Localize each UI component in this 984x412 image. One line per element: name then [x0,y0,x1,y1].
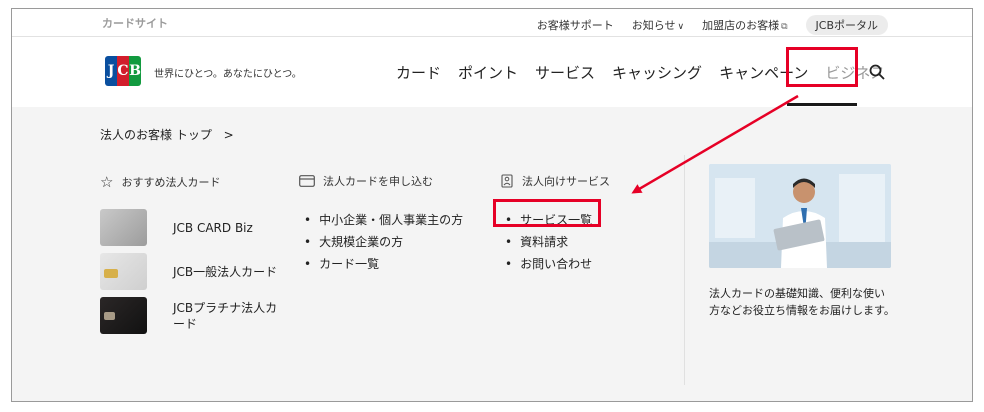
news-label: お知らせ [631,19,676,32]
businessman-illustration [709,164,891,268]
feature-description: 法人カードの基礎知識、便利な使い方などお役立ち情報をお届けします。 [709,287,895,317]
apply-heading-text: 法人カードを申し込む [323,175,433,188]
contact-link[interactable]: • お問い合わせ [505,255,592,277]
apply-sme-label: 中小企業・個人事業主の方 [319,213,464,227]
apply-heading: 法人カードを申し込む [299,173,433,189]
site-label[interactable]: カードサイト [102,15,168,31]
nav-cashing[interactable]: キャッシング [612,62,702,83]
tagline: 世界にひとつ。あなたにひとつ。 [154,69,302,80]
chevron-down-icon: ∨ [677,22,685,32]
business-highlight-box [786,47,858,87]
card-list-label: カード一覧 [319,257,380,271]
document-request-link[interactable]: • 資料請求 [505,233,592,255]
card-image-general [100,253,147,290]
browser-frame: カードサイト お客様サポート お知らせ ∨ 加盟店のお客様 ⧉ JCBポータル J … [11,8,973,402]
apply-large[interactable]: • 大規模企業の方 [304,233,463,255]
card-item-general[interactable]: JCB一般法人カード [100,253,277,290]
bullet: • [505,235,513,249]
bullet: • [304,213,312,227]
utility-links: お客様サポート お知らせ ∨ 加盟店のお客様 ⧉ JCBポータル [537,15,888,35]
column-divider [684,155,685,385]
contact-label: お問い合わせ [520,257,593,271]
bullet: • [304,257,312,271]
recommended-cards-heading: ☆ おすすめ法人カード [100,173,220,191]
recommended-heading-text: おすすめ法人カード [121,176,221,189]
service-list-highlight-box [493,199,601,227]
card-list-link[interactable]: • カード一覧 [304,255,463,277]
card-name: JCB CARD Biz [173,220,253,235]
merchant-label: 加盟店のお客様 [702,19,780,32]
services-heading-text: 法人向けサービス [522,175,610,188]
businessman-photo[interactable] [709,164,891,268]
merchant-link[interactable]: 加盟店のお客様 ⧉ [702,17,787,33]
active-nav-underline [787,103,857,106]
bullet: • [304,235,312,249]
business-mega-menu: 法人のお客様 トップ > ☆ おすすめ法人カード JCB CARD Biz JC… [12,107,972,401]
document-request-label: 資料請求 [520,235,569,249]
business-person-icon [501,174,513,188]
corporate-top-link[interactable]: 法人のお客様 トップ > [100,126,234,143]
nav-service[interactable]: サービス [535,62,595,83]
site-header: J C B 世界にひとつ。あなたにひとつ。 カード ポイント サービス キャッシ… [12,37,972,107]
card-image-biz [100,209,147,246]
card-item-platinum[interactable]: JCBプラチナ法人カ ード [100,297,277,334]
apply-list: • 中小企業・個人事業主の方 • 大規模企業の方 • カード一覧 [304,211,463,277]
services-heading: 法人向けサービス [500,173,610,189]
card-name: JCBプラチナ法人カ ード [173,300,278,331]
utility-bar: カードサイト お客様サポート お知らせ ∨ 加盟店のお客様 ⧉ JCBポータル [12,9,972,37]
jcb-logo[interactable]: J C B [105,56,141,86]
nav-card[interactable]: カード [396,62,441,83]
logo-letter-b: B [129,56,141,86]
logo-letter-j: J [105,56,117,86]
nav-point[interactable]: ポイント [458,62,518,83]
credit-card-icon [299,175,315,187]
star-icon: ☆ [100,173,114,191]
customer-support-link[interactable]: お客様サポート [537,17,614,33]
card-item-biz[interactable]: JCB CARD Biz [100,209,253,246]
external-link-icon: ⧉ [781,22,788,32]
news-link[interactable]: お知らせ ∨ [632,17,684,33]
card-name: JCB一般法人カード [173,265,278,279]
corporate-top-label: 法人のお客様 トップ [100,128,212,142]
logo-letter-c: C [117,56,129,86]
search-icon[interactable] [869,64,885,80]
jcb-portal-button[interactable]: JCBポータル [805,15,888,35]
apply-sme[interactable]: • 中小企業・個人事業主の方 [304,211,463,233]
apply-large-label: 大規模企業の方 [319,235,404,249]
chevron-right-icon: > [223,128,234,142]
bullet: • [505,257,513,271]
card-image-platinum [100,297,147,334]
